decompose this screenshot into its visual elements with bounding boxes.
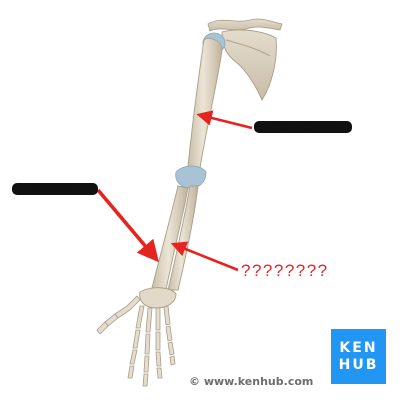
logo-text-bottom: HUB: [338, 356, 379, 373]
copyright-text: © www.kenhub.com: [189, 375, 314, 388]
humerus-bone: [187, 38, 223, 169]
clavicle-bone: [207, 18, 283, 32]
hidden-label-1-text: ??????????: [272, 122, 333, 134]
question-label: ????????: [241, 261, 329, 280]
logo-text-top: KEN: [339, 339, 378, 356]
hidden-label-2: ????????: [12, 183, 98, 196]
kenhub-logo: KEN HUB: [331, 329, 386, 384]
hidden-label-1: ??????????: [254, 121, 352, 134]
finger-bones: [127, 305, 176, 387]
thumb-bones: [96, 295, 141, 335]
arrow-to-radius: [96, 188, 159, 263]
elbow-joint: [175, 165, 207, 189]
arrow-to-ulna: [170, 241, 239, 272]
carpal-bones: [139, 287, 177, 309]
scapula-bone: [221, 29, 277, 101]
arrow-to-humerus: [196, 110, 253, 130]
hidden-label-2-text: ????????: [31, 184, 80, 196]
